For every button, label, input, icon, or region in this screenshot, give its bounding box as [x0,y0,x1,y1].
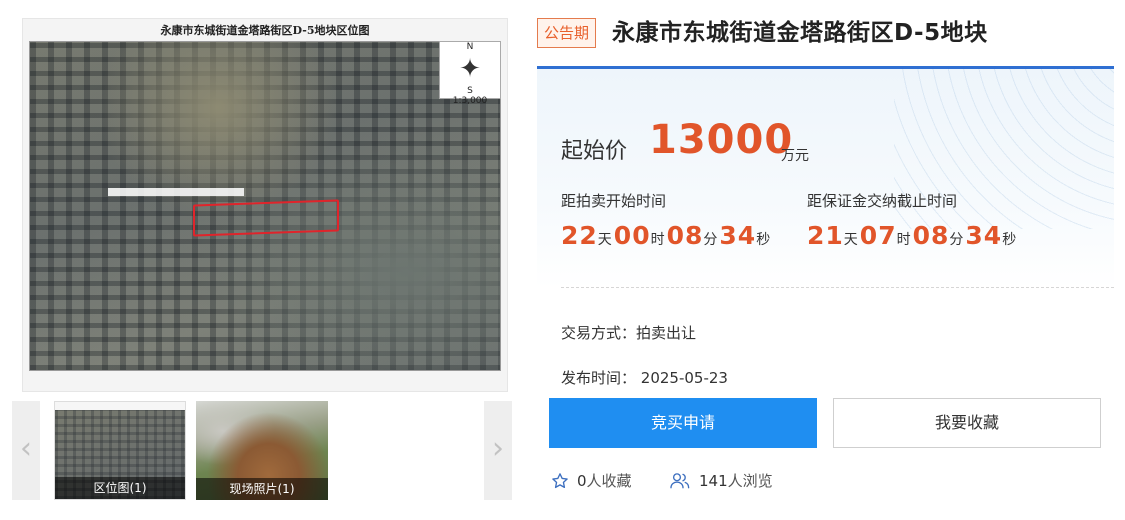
countdown-label: 距拍卖开始时间 [561,192,667,210]
auction-start-countdown: 距拍卖开始时间 22天00时08分34秒 [561,191,772,250]
thumbnail-location-map[interactable]: 区位图(1) [54,401,186,500]
views-suffix: 人浏览 [727,472,773,490]
trade-method-label: 交易方式： [561,324,637,342]
countdown-label: 距保证金交纳截止时间 [807,192,958,210]
countdown-days: 21 [807,221,844,250]
land-auction-detail: 永康市东城街道金塔路街区D-5地块区位图 N ✦ S 1:3,000 ‹ 区位图… [0,0,1125,520]
add-favorite-button[interactable]: 我要收藏 [833,398,1101,448]
day-unit: 天 [597,232,612,248]
satellite-image [29,41,501,371]
plot-boundary-outline [193,199,339,237]
thumbnail-strip: ‹ 区位图(1) 现场照片(1) › [12,401,512,500]
countdown-seconds: 34 [719,221,757,250]
views-count: 141人浏览 [669,470,773,492]
countdown-timer: 22天00时08分34秒 [561,221,772,250]
thumbnail-caption: 区位图(1) [55,477,185,499]
apply-bid-button[interactable]: 竞买申请 [549,398,817,448]
chevron-right-icon[interactable]: › [484,401,512,500]
deposit-deadline-countdown: 距保证金交纳截止时间 21天07时08分34秒 [807,191,1018,250]
countdown-timer: 21天07时08分34秒 [807,221,1018,250]
publish-time-value: 2025-05-23 [640,369,728,387]
hour-unit: 时 [650,232,665,248]
countdown-hours: 07 [859,221,897,250]
status-badge: 公告期 [537,18,597,48]
views-number: 141 [699,472,728,490]
day-unit: 天 [843,232,858,248]
favorites-count[interactable]: 0人收藏 [551,470,632,492]
second-unit: 秒 [756,232,771,248]
trade-method-value: 拍卖出让 [636,324,697,342]
compass-south-label: S [467,86,473,96]
star-icon [552,473,568,489]
countdown-days: 22 [561,221,598,250]
compass-rose: ✦ [459,54,481,84]
price-value: 13000 [649,117,794,163]
price-unit: 万元 [781,148,809,164]
price-panel: 起始价 13000 万元 距拍卖开始时间 22天00时08分34秒 距保证金交纳… [537,66,1114,288]
thumbnail-site-photo[interactable]: 现场照片(1) [196,401,328,500]
trade-method: 交易方式：拍卖出让 [561,322,696,343]
section-divider [561,287,1114,288]
countdown-seconds: 34 [965,221,1003,250]
map-title: 永康市东城街道金塔路街区D-5地块区位图 [160,24,370,37]
publish-time-label: 发布时间： [561,369,637,387]
countdown-minutes: 08 [666,221,704,250]
page-title: 永康市东城街道金塔路街区D-5地块 [612,20,988,46]
main-map-image[interactable]: 永康市东城街道金塔路街区D-5地块区位图 N ✦ S 1:3,000 [22,18,508,392]
minute-unit: 分 [949,232,964,248]
minute-unit: 分 [703,232,718,248]
compass-north-label: N [466,42,474,52]
second-unit: 秒 [1002,232,1017,248]
chevron-left-icon[interactable]: ‹ [12,401,40,500]
countdown-minutes: 08 [912,221,950,250]
favorites-number: 0 [577,472,587,490]
plot-callout-label [108,188,244,196]
price-label: 起始价 [561,139,628,164]
thumbnail-caption: 现场照片(1) [196,478,328,500]
hour-unit: 时 [896,232,911,248]
compass-icon: N ✦ S 1:3,000 [439,41,501,106]
countdown-hours: 00 [613,221,651,250]
map-scale: 1:3,000 [452,96,488,106]
publish-time: 发布时间： 2025-05-23 [561,367,728,388]
favorites-suffix: 人收藏 [586,472,632,490]
users-icon [670,473,690,489]
